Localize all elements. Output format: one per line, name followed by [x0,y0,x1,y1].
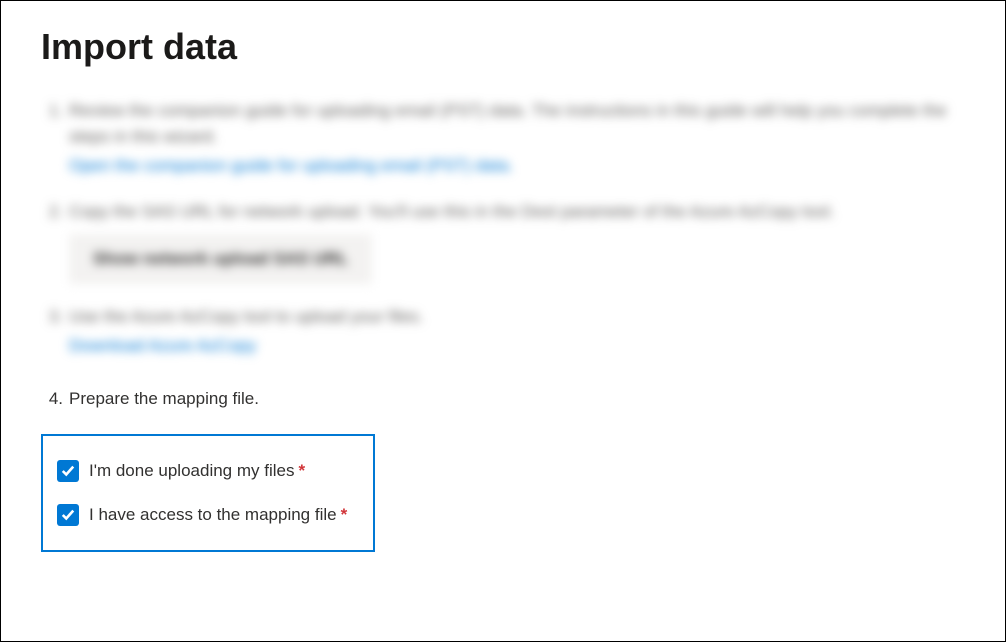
page-title: Import data [41,26,965,68]
step-2-number: 2. [41,199,63,284]
companion-guide-link[interactable]: Open the companion guide for uploading e… [69,153,965,179]
required-indicator: * [341,505,348,525]
download-azcopy-link[interactable]: Download Azure AzCopy [69,333,965,359]
step-2-text: Copy the SAS URL for network upload. You… [69,202,834,221]
blurred-steps-area: 1. Review the companion guide for upload… [41,98,965,359]
done-uploading-checkbox[interactable] [57,460,79,482]
mapping-access-row: I have access to the mapping file * [57,504,347,526]
step-4-text: Prepare the mapping file. [69,389,259,408]
step-4: 4. Prepare the mapping file. [41,389,965,409]
step-1: 1. Review the companion guide for upload… [41,98,965,179]
step-3: 3. Use the Azure AzCopy tool to upload y… [41,304,965,359]
step-1-text: Review the companion guide for uploading… [69,101,947,146]
step-4-number: 4. [41,389,63,409]
step-3-number: 3. [41,304,63,359]
required-indicator: * [298,461,305,481]
mapping-access-checkbox[interactable] [57,504,79,526]
checkmark-icon [61,464,75,478]
step-3-text: Use the Azure AzCopy tool to upload your… [69,307,423,326]
checkbox-highlight-frame: I'm done uploading my files * I have acc… [41,434,375,552]
step-1-number: 1. [41,98,63,179]
step-2: 2. Copy the SAS URL for network upload. … [41,199,965,284]
show-sas-url-button[interactable]: Show network upload SAS URL [69,234,372,284]
done-uploading-label: I'm done uploading my files [89,461,294,481]
mapping-access-label: I have access to the mapping file [89,505,337,525]
done-uploading-row: I'm done uploading my files * [57,460,347,482]
checkmark-icon [61,508,75,522]
